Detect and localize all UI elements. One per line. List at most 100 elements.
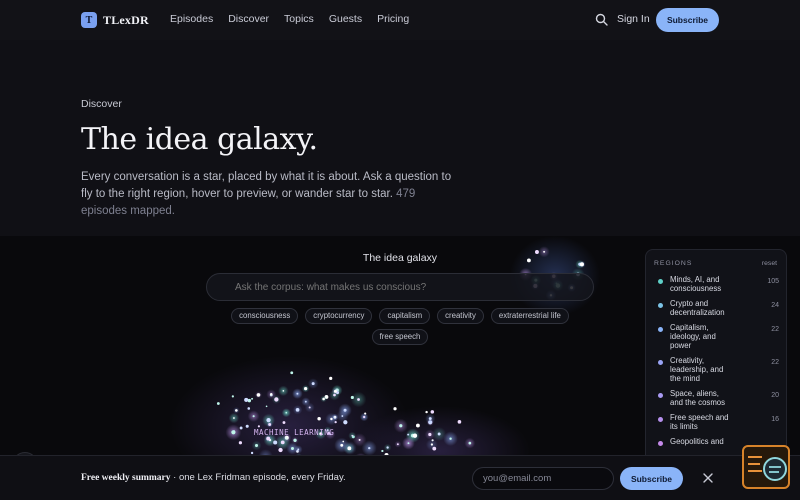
episode-star[interactable] <box>280 440 285 445</box>
episode-star[interactable] <box>265 405 268 408</box>
episode-star[interactable] <box>251 397 254 400</box>
episode-star[interactable] <box>363 415 366 419</box>
episode-star[interactable] <box>386 446 389 449</box>
episode-star[interactable] <box>256 393 261 397</box>
episode-star[interactable] <box>368 446 371 450</box>
episode-star[interactable] <box>266 436 271 441</box>
episode-star[interactable] <box>297 448 300 451</box>
region-item-space[interactable]: Space, aliens, and the cosmos 20 <box>658 389 779 407</box>
nav-discover[interactable]: Discover <box>228 13 269 25</box>
brand-logo-icon[interactable]: T <box>81 12 97 28</box>
episode-star[interactable] <box>381 449 384 453</box>
episode-star[interactable] <box>282 390 285 392</box>
episode-star[interactable] <box>396 443 399 446</box>
search-icon[interactable] <box>595 13 608 26</box>
sign-in-link[interactable]: Sign In <box>617 13 650 25</box>
episode-star[interactable] <box>350 395 354 400</box>
region-item-minds-ai[interactable]: Minds, AI, and consciousness 105 <box>658 275 779 293</box>
chip-free-speech[interactable]: free speech <box>371 329 429 345</box>
episode-star[interactable] <box>278 447 283 453</box>
episode-star[interactable] <box>216 402 220 405</box>
episode-star[interactable] <box>244 397 249 402</box>
episode-star[interactable] <box>425 410 428 414</box>
episode-star[interactable] <box>399 424 403 428</box>
episode-star[interactable] <box>247 407 251 410</box>
regions-reset-button[interactable]: reset <box>762 260 777 267</box>
episode-star[interactable] <box>308 406 311 409</box>
episode-star[interactable] <box>330 417 333 421</box>
episode-star[interactable] <box>333 389 337 393</box>
episode-star[interactable] <box>273 440 278 445</box>
region-item-capitalism[interactable]: Capitalism, ideology, and power 22 <box>658 323 779 350</box>
episode-star[interactable] <box>322 397 325 401</box>
episode-star[interactable] <box>235 409 238 412</box>
episode-star[interactable] <box>231 430 236 435</box>
episode-star[interactable] <box>290 371 294 375</box>
episode-star[interactable] <box>457 420 462 424</box>
episode-star[interactable] <box>428 432 432 437</box>
nav-topics[interactable]: Topics <box>284 13 314 25</box>
nav-guests[interactable]: Guests <box>329 13 362 25</box>
episode-star[interactable] <box>252 415 255 418</box>
banner-subscribe-button[interactable]: Subscribe <box>620 467 683 490</box>
episode-star[interactable] <box>393 407 397 411</box>
close-icon[interactable] <box>702 472 714 484</box>
episode-star[interactable] <box>415 423 420 428</box>
episode-star[interactable] <box>449 437 452 440</box>
episode-star[interactable] <box>329 376 333 380</box>
episode-star[interactable] <box>295 408 300 412</box>
episode-star[interactable] <box>245 424 249 428</box>
episode-star[interactable] <box>270 393 273 396</box>
episode-star[interactable] <box>432 446 437 451</box>
region-item-crypto[interactable]: Crypto and decentralization 24 <box>658 299 779 317</box>
episode-star[interactable] <box>285 411 288 414</box>
episode-star[interactable] <box>412 433 418 438</box>
episode-star[interactable] <box>238 441 243 445</box>
episode-star[interactable] <box>343 420 348 425</box>
assistant-icon[interactable] <box>744 447 788 487</box>
chip-creativity[interactable]: creativity <box>437 308 484 324</box>
episode-star[interactable] <box>351 434 354 437</box>
episode-star[interactable] <box>340 443 344 447</box>
nav-pricing[interactable]: Pricing <box>377 13 409 25</box>
episode-star[interactable] <box>341 415 344 417</box>
episode-star[interactable] <box>304 400 307 403</box>
episode-star[interactable] <box>437 432 441 436</box>
episode-star[interactable] <box>342 440 345 443</box>
episode-star[interactable] <box>296 392 299 395</box>
chip-consciousness[interactable]: consciousness <box>231 308 299 324</box>
episode-star[interactable] <box>304 387 308 391</box>
episode-star[interactable] <box>233 417 235 419</box>
episode-star[interactable] <box>254 444 259 448</box>
episode-star[interactable] <box>430 410 435 414</box>
episode-star[interactable] <box>407 433 410 436</box>
brand[interactable]: T TLexDR <box>81 12 149 28</box>
assistant-widget[interactable] <box>742 445 790 489</box>
region-item-creativity[interactable]: Creativity, leadership, and the mind 22 <box>658 356 779 383</box>
episode-star[interactable] <box>357 398 360 401</box>
ask-corpus-input[interactable] <box>206 273 594 301</box>
episode-star[interactable] <box>468 441 472 445</box>
header-subscribe-button[interactable]: Subscribe <box>656 8 719 32</box>
region-item-free-speech[interactable]: Free speech and its limits 16 <box>658 413 779 431</box>
email-field[interactable] <box>472 467 614 490</box>
episode-star[interactable] <box>311 382 315 386</box>
episode-star[interactable] <box>231 395 234 398</box>
chip-cryptocurrency[interactable]: cryptocurrency <box>305 308 373 324</box>
nav-episodes[interactable]: Episodes <box>170 13 213 25</box>
episode-star[interactable] <box>250 451 254 455</box>
episode-star[interactable] <box>407 442 410 445</box>
chip-extraterrestrial-life[interactable]: extraterrestrial life <box>490 308 569 324</box>
chip-capitalism[interactable]: capitalism <box>379 308 431 324</box>
episode-star[interactable] <box>290 446 294 450</box>
episode-star[interactable] <box>293 438 297 442</box>
episode-star[interactable] <box>274 397 279 402</box>
episode-star[interactable] <box>347 446 352 451</box>
episode-star[interactable] <box>358 438 361 441</box>
episode-star[interactable] <box>317 416 321 421</box>
episode-star[interactable] <box>364 412 367 415</box>
episode-star[interactable] <box>430 443 434 446</box>
episode-star[interactable] <box>428 417 432 421</box>
episode-star[interactable] <box>268 423 272 426</box>
brand-name[interactable]: TLexDR <box>103 13 149 28</box>
